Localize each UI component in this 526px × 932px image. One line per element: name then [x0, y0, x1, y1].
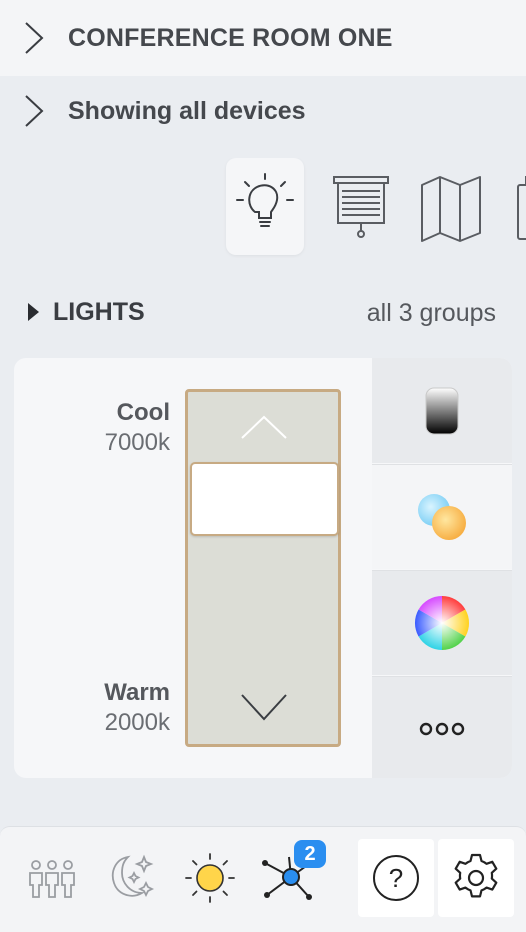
color-temperature-icon	[418, 494, 466, 540]
lightbulb-icon	[236, 172, 294, 227]
network-notification-badge: 2	[294, 840, 326, 868]
chevron-right-icon[interactable]	[22, 20, 46, 56]
daylight-button[interactable]	[180, 839, 240, 917]
category-shades[interactable]	[322, 158, 400, 255]
settings-icon	[454, 853, 498, 898]
chevron-right-icon[interactable]	[22, 93, 46, 129]
cool-label: Cool	[116, 399, 170, 426]
category-strip	[0, 158, 526, 258]
mode-color[interactable]	[372, 570, 512, 675]
category-map[interactable]	[412, 158, 490, 255]
night-scene-icon	[111, 854, 155, 898]
warm-label: Warm	[104, 679, 170, 706]
color-temperature-slider[interactable]	[185, 389, 341, 747]
daylight-icon	[185, 853, 235, 903]
section-group-count: all 3 groups	[366, 299, 496, 327]
projector-screen-icon	[333, 175, 389, 238]
night-scene-button[interactable]	[100, 839, 160, 917]
device-filter-label: Showing all devices	[68, 97, 306, 125]
room-title: CONFERENCE ROOM ONE	[68, 24, 393, 52]
svg-text:?: ?	[389, 863, 403, 893]
chevron-up-icon[interactable]	[240, 414, 288, 440]
dimmer-gradient-icon	[425, 387, 459, 434]
lights-section-header[interactable]: LIGHTS all 3 groups	[0, 296, 526, 330]
settings-button[interactable]	[438, 839, 514, 917]
mode-dimmer[interactable]	[372, 358, 512, 463]
warm-label-group: Warm 2000k	[104, 678, 170, 738]
device-icon	[517, 175, 526, 240]
room-header[interactable]: CONFERENCE ROOM ONE	[0, 0, 526, 76]
bottom-toolbar: ?	[0, 826, 526, 932]
chevron-down-icon[interactable]	[240, 692, 288, 722]
category-device[interactable]	[500, 158, 526, 255]
map-icon	[421, 175, 481, 242]
help-icon: ?	[373, 855, 419, 901]
help-button[interactable]: ?	[358, 839, 434, 917]
occupancy-button[interactable]	[22, 839, 82, 917]
cool-label-group: Cool 7000k	[105, 398, 170, 458]
category-lights[interactable]	[226, 158, 304, 255]
occupancy-icon	[29, 860, 75, 898]
color-wheel-icon	[414, 596, 470, 650]
mode-more[interactable]	[372, 676, 512, 778]
more-icon	[419, 722, 465, 736]
cool-kelvin: 7000k	[104, 429, 170, 456]
lights-control-card: Cool 7000k Warm 2000k	[14, 358, 512, 778]
device-filter-row[interactable]: Showing all devices	[0, 76, 526, 146]
warm-kelvin: 2000k	[104, 709, 170, 736]
mode-color-temperature[interactable]	[372, 464, 512, 569]
light-mode-column	[372, 358, 512, 778]
section-title: LIGHTS	[53, 298, 145, 326]
slider-thumb[interactable]	[190, 462, 339, 536]
expand-triangle-icon[interactable]	[28, 303, 39, 321]
